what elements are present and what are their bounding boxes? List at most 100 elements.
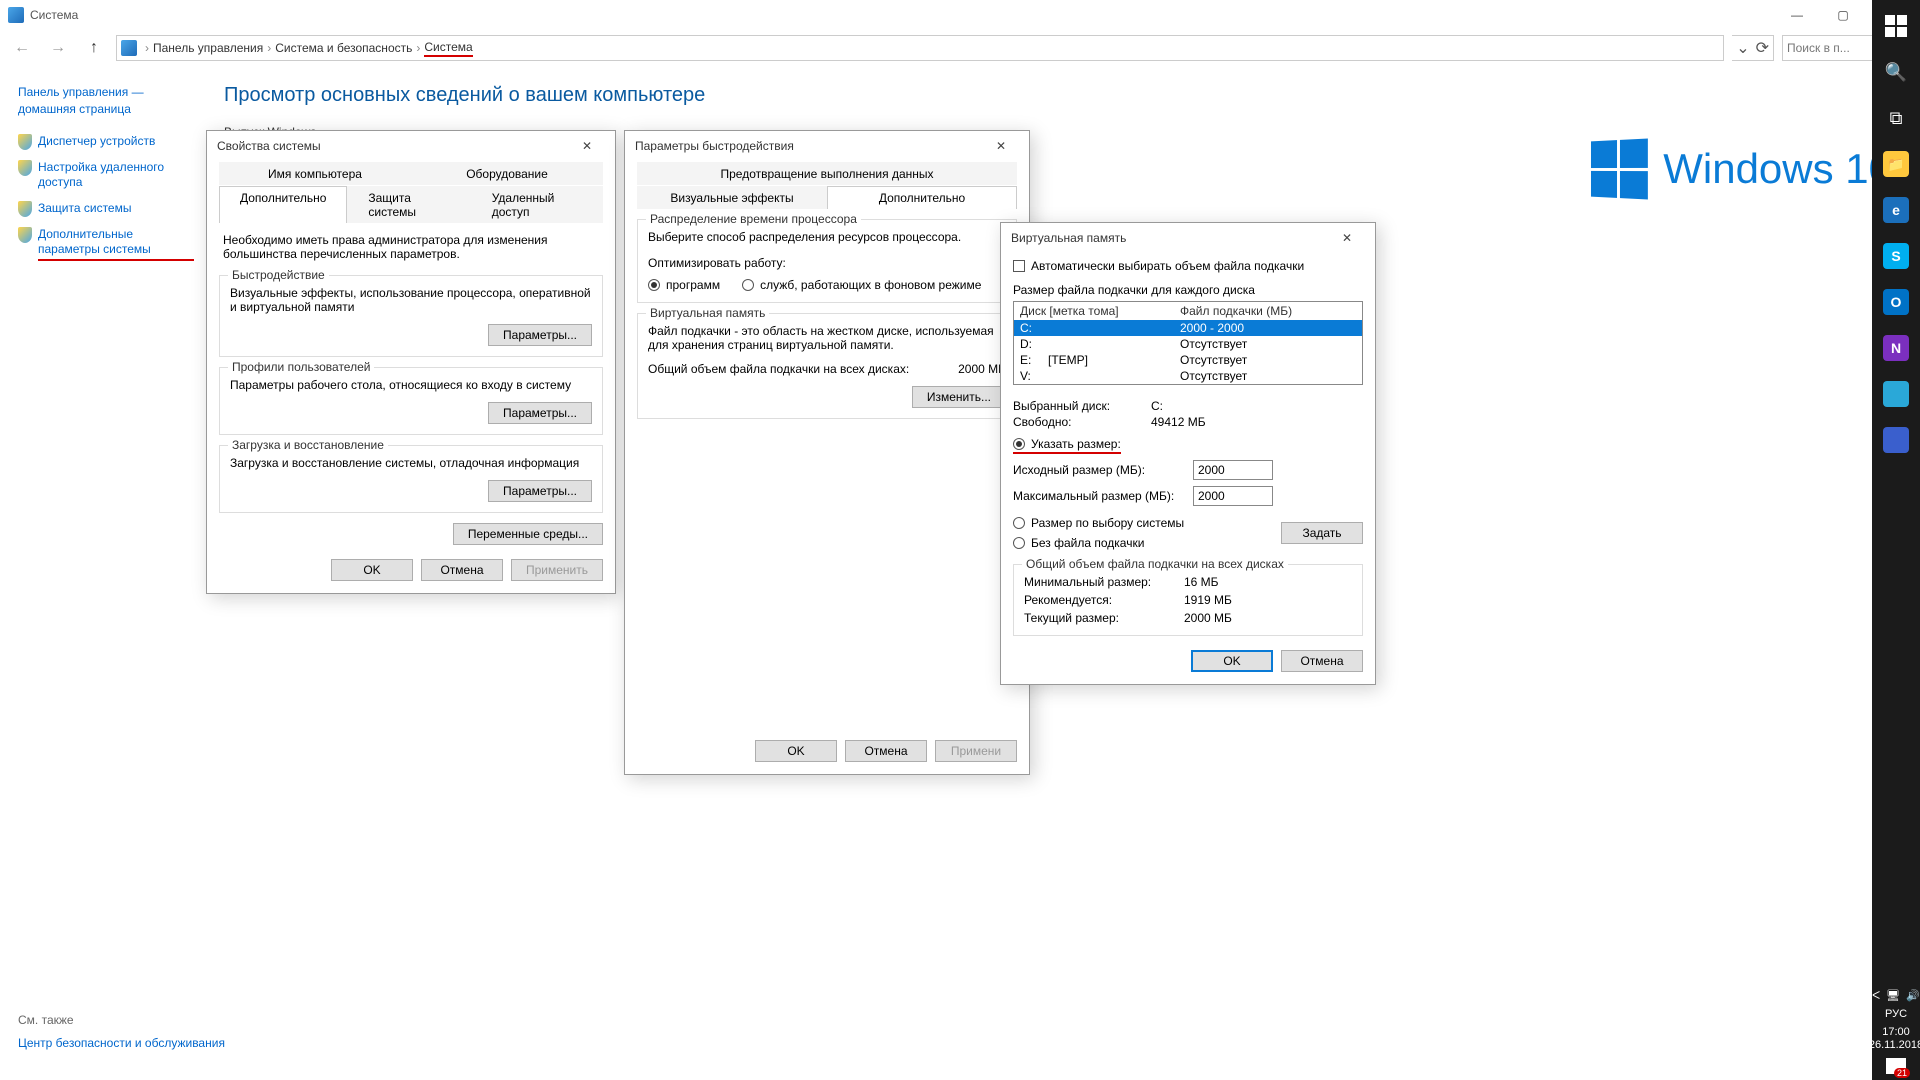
cancel-button[interactable]: Отмена (1281, 650, 1363, 672)
drive-row[interactable]: V: Отсутствует (1014, 368, 1362, 384)
tabstrip: Дополнительно Защита системы Удаленный д… (219, 185, 603, 223)
page-title: Просмотр основных сведений о вашем компь… (224, 84, 1896, 107)
max-size-input[interactable] (1193, 486, 1273, 506)
auto-manage-checkbox[interactable]: Автоматически выбирать объем файла подка… (1013, 259, 1304, 273)
tab-advanced[interactable]: Дополнительно (827, 186, 1017, 209)
tray-clock[interactable]: 17:00 26.11.2018 (1869, 1026, 1920, 1052)
breadcrumb-item[interactable]: Панель управления (153, 41, 263, 55)
apply-button[interactable]: Применить (511, 559, 603, 581)
tab-remote[interactable]: Удаленный доступ (471, 186, 603, 223)
drive-row[interactable]: E: [TEMP]Отсутствует (1014, 352, 1362, 368)
tab-protection[interactable]: Защита системы (347, 186, 470, 223)
drive-list[interactable]: Диск [метка тома]Файл подкачки (МБ) C: 2… (1013, 301, 1363, 385)
shield-icon (18, 227, 32, 243)
tab-dep[interactable]: Предотвращение выполнения данных (637, 162, 1017, 185)
group-cpu: Распределение времени процессора Выберит… (637, 219, 1017, 303)
dropdown-icon[interactable]: ⌄ (1736, 38, 1749, 58)
toolbar: ← → ↑ › Панель управления › Система и бе… (0, 30, 1920, 66)
initial-size-input[interactable] (1193, 460, 1273, 480)
system-tray: ᐸ 🖥 🔊 РУС 17:00 26.11.2018 21 (1869, 989, 1920, 1080)
tray-network-icon[interactable]: 🖥 (1886, 989, 1900, 1002)
drive-row[interactable]: D: Отсутствует (1014, 336, 1362, 352)
sidebar-item-protection[interactable]: Защита системы (18, 201, 194, 217)
ok-button[interactable]: OK (331, 559, 413, 581)
brand-text: Windows 10 (1663, 145, 1892, 193)
startup-settings-button[interactable]: Параметры... (488, 480, 592, 502)
dialog-performance-options: Параметры быстродействия ✕ Предотвращени… (624, 130, 1030, 775)
minimize-button[interactable]: — (1774, 0, 1820, 30)
shield-icon (18, 201, 32, 217)
radio-system-managed[interactable]: Размер по выбору системы (1013, 516, 1281, 530)
breadcrumb-item[interactable]: Система и безопасность (275, 41, 412, 55)
tabstrip: Имя компьютера Оборудование (219, 161, 603, 185)
tray-chevron-icon[interactable]: ᐸ (1872, 989, 1880, 1002)
maximize-button[interactable]: ▢ (1820, 0, 1866, 30)
drive-row[interactable]: C: 2000 - 2000 (1014, 320, 1362, 336)
see-also-label: См. также (18, 1013, 225, 1027)
tab-hardware[interactable]: Оборудование (411, 162, 603, 185)
taskbar-app[interactable]: 📁 (1876, 144, 1916, 184)
group-total: Общий объем файла подкачки на всех диска… (1013, 564, 1363, 636)
windows-logo: Windows 10 (1589, 140, 1892, 198)
group-virtual-memory: Виртуальная память Файл подкачки - это о… (637, 313, 1017, 419)
dialog-virtual-memory: Виртуальная память ✕ Автоматически выбир… (1000, 222, 1376, 685)
search-icon[interactable]: 🔍 (1876, 52, 1916, 92)
search-placeholder: Поиск в п... (1787, 41, 1850, 55)
back-button[interactable]: ← (8, 34, 36, 62)
taskbar-app[interactable]: S (1876, 236, 1916, 276)
env-vars-button[interactable]: Переменные среды... (453, 523, 603, 545)
tray-notifications-icon[interactable]: 21 (1886, 1058, 1906, 1074)
close-icon[interactable]: ✕ (1329, 224, 1365, 252)
breadcrumb-actions: ⌄ ⟳ (1732, 35, 1774, 61)
tab-visual[interactable]: Визуальные эффекты (637, 186, 827, 209)
refresh-icon[interactable]: ⟳ (1756, 38, 1769, 58)
see-also-link[interactable]: Центр безопасности и обслуживания (18, 1035, 225, 1052)
system-icon (8, 7, 24, 23)
each-drive-label: Размер файла подкачки для каждого диска (1013, 283, 1363, 297)
breadcrumb[interactable]: › Панель управления › Система и безопасн… (116, 35, 1724, 61)
group-profiles: Профили пользователей Параметры рабочего… (219, 367, 603, 435)
ok-button[interactable]: OK (755, 740, 837, 762)
breadcrumb-item[interactable]: Система (424, 40, 472, 57)
sidebar: Панель управления — домашняя страница Ди… (0, 66, 200, 1080)
close-icon[interactable]: ✕ (983, 132, 1019, 160)
taskbar-app[interactable] (1876, 374, 1916, 414)
start-button[interactable] (1876, 6, 1916, 46)
up-button[interactable]: ↑ (80, 34, 108, 62)
sidebar-home-link[interactable]: Панель управления — домашняя страница (18, 84, 194, 118)
chevron-right-icon: › (267, 41, 271, 55)
tab-advanced[interactable]: Дополнительно (219, 186, 347, 223)
radio-custom-size[interactable]: Указать размер: (1013, 437, 1121, 454)
sidebar-item-remote[interactable]: Настройка удаленного доступа (18, 160, 194, 191)
set-button[interactable]: Задать (1281, 522, 1363, 544)
tray-volume-icon[interactable]: 🔊 (1906, 989, 1920, 1002)
taskbar-app[interactable]: N (1876, 328, 1916, 368)
close-icon[interactable]: ✕ (569, 132, 605, 160)
profiles-settings-button[interactable]: Параметры... (488, 402, 592, 424)
forward-button[interactable]: → (44, 34, 72, 62)
sidebar-item-advanced[interactable]: Дополнительные параметры системы (18, 227, 194, 261)
cancel-button[interactable]: Отмена (421, 559, 503, 581)
taskbar-app[interactable]: e (1876, 190, 1916, 230)
tab-computer-name[interactable]: Имя компьютера (219, 162, 411, 185)
task-view-icon[interactable]: ⧉ (1876, 98, 1916, 138)
ok-button[interactable]: OK (1191, 650, 1273, 672)
apply-button[interactable]: Примени (935, 740, 1017, 762)
window-title: Система (30, 8, 78, 22)
taskbar: 🔍 ⧉ 📁 e S O N ᐸ 🖥 🔊 РУС 17:00 26.11.2018… (1872, 0, 1920, 1080)
windows-tiles-icon (1591, 138, 1648, 199)
radio-no-paging[interactable]: Без файла подкачки (1013, 536, 1281, 550)
radio-programs[interactable]: программ (648, 278, 720, 292)
cancel-button[interactable]: Отмена (845, 740, 927, 762)
dialog-system-properties: Свойства системы ✕ Имя компьютера Оборуд… (206, 130, 616, 594)
taskbar-app[interactable]: O (1876, 282, 1916, 322)
taskbar-app[interactable] (1876, 420, 1916, 460)
change-button[interactable]: Изменить... (912, 386, 1006, 408)
sidebar-item-device-manager[interactable]: Диспетчер устройств (18, 134, 194, 150)
dialog-title: Свойства системы (217, 139, 321, 153)
titlebar: Система — ▢ ✕ (0, 0, 1920, 30)
shield-icon (18, 134, 32, 150)
tray-language[interactable]: РУС (1885, 1008, 1907, 1020)
performance-settings-button[interactable]: Параметры... (488, 324, 592, 346)
radio-services[interactable]: служб, работающих в фоновом режиме (742, 278, 981, 292)
